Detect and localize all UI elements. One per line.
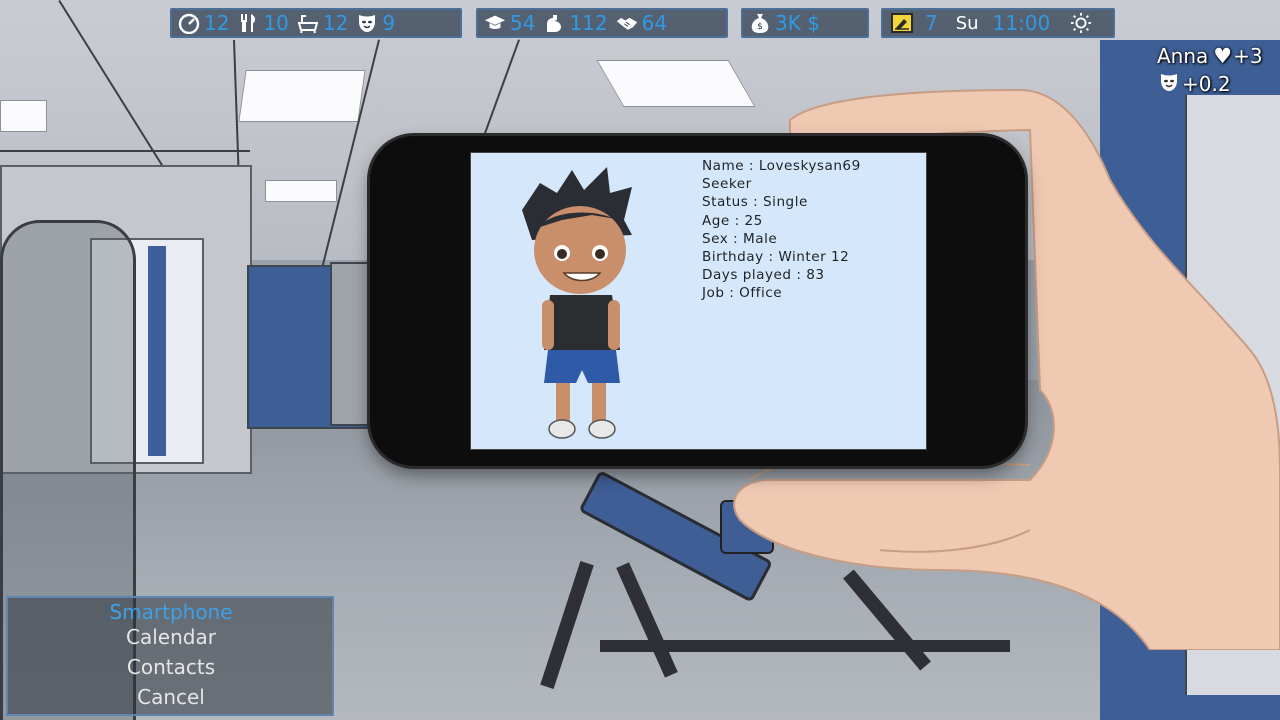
love-delta: +3 (1233, 44, 1263, 68)
menu-item-contacts[interactable]: Contacts (8, 654, 334, 680)
fitness-value: 112 (569, 11, 608, 35)
handshake-icon (616, 12, 638, 34)
profile-days-played: Days played : 83 (702, 267, 825, 284)
graduation-cap-icon (484, 12, 506, 34)
hud-energy: 12 (178, 12, 229, 34)
profile-status: Status : Single (702, 194, 808, 211)
sun-icon (1070, 12, 1092, 34)
mood-value: 9 (382, 11, 396, 35)
energy-gauge-icon (178, 12, 200, 34)
money-value: 3K $ (775, 11, 820, 35)
profile-job: Job : Office (702, 285, 783, 302)
ceiling-light (238, 70, 366, 122)
svg-text:$: $ (757, 22, 763, 32)
energy-value: 12 (204, 11, 230, 35)
smartphone-menu: Smartphone Calendar Contacts Cancel (6, 596, 334, 716)
calendar-icon (891, 13, 913, 33)
ceiling-line (0, 150, 250, 152)
hud-hygiene: 12 (297, 12, 348, 34)
menu-item-calendar[interactable]: Calendar (8, 624, 334, 650)
door-frame-blue (148, 246, 166, 456)
ceiling-light (265, 180, 337, 202)
profile-orientation: Seeker (702, 176, 752, 193)
player-avatar (522, 167, 632, 439)
clock-value: 11:00 (992, 11, 1051, 35)
intelligence-value: 54 (510, 11, 536, 35)
back-wall-panel (330, 262, 374, 426)
profile-birthday: Birthday : Winter 12 (702, 249, 850, 266)
hud-hunger: 10 (237, 11, 289, 35)
hud-needs-panel: 12 10 12 9 (170, 8, 462, 38)
hud-intelligence: 54 (484, 12, 535, 34)
hud-mood: 9 (356, 12, 395, 34)
mask-delta: +0.2 (1182, 72, 1231, 96)
hud-money: $ 3K $ (749, 12, 820, 34)
fork-knife-icon (237, 12, 259, 34)
mask-icon (1158, 71, 1180, 98)
heart-icon: ♥ (1213, 44, 1233, 68)
flexed-arm-icon (543, 12, 565, 34)
profile-name: Name : Loveskysan69 (702, 158, 861, 174)
hud-fitness: 112 (543, 11, 608, 35)
money-bag-icon: $ (749, 12, 771, 34)
npc-name: Anna (1157, 44, 1209, 68)
profile-age: Age : 25 (702, 212, 763, 229)
hud-time-panel: 7 Su 11:00 (881, 8, 1115, 38)
menu-title: Smartphone (109, 600, 233, 624)
hud-money-panel: $ 3K $ (741, 8, 869, 38)
player-profile: Name : Loveskysan69 Seeker Status : Sing… (702, 157, 924, 303)
menu-item-cancel[interactable]: Cancel (8, 684, 334, 710)
date-value: 7 (925, 11, 938, 35)
weekday-label: Su (955, 12, 979, 34)
hygiene-value: 12 (322, 11, 349, 35)
hunger-value: 10 (263, 11, 289, 35)
relationship-notification: Anna ♥ +3 +0.2 (1150, 42, 1280, 98)
charisma-value: 64 (641, 11, 668, 35)
profile-sex: Sex : Male (702, 230, 778, 247)
mask-icon (356, 12, 378, 34)
hud-charisma: 64 (616, 12, 667, 34)
hud-skills-panel: 54 112 64 (476, 8, 728, 38)
bathtub-icon (297, 12, 319, 34)
ceiling-light (0, 100, 47, 132)
